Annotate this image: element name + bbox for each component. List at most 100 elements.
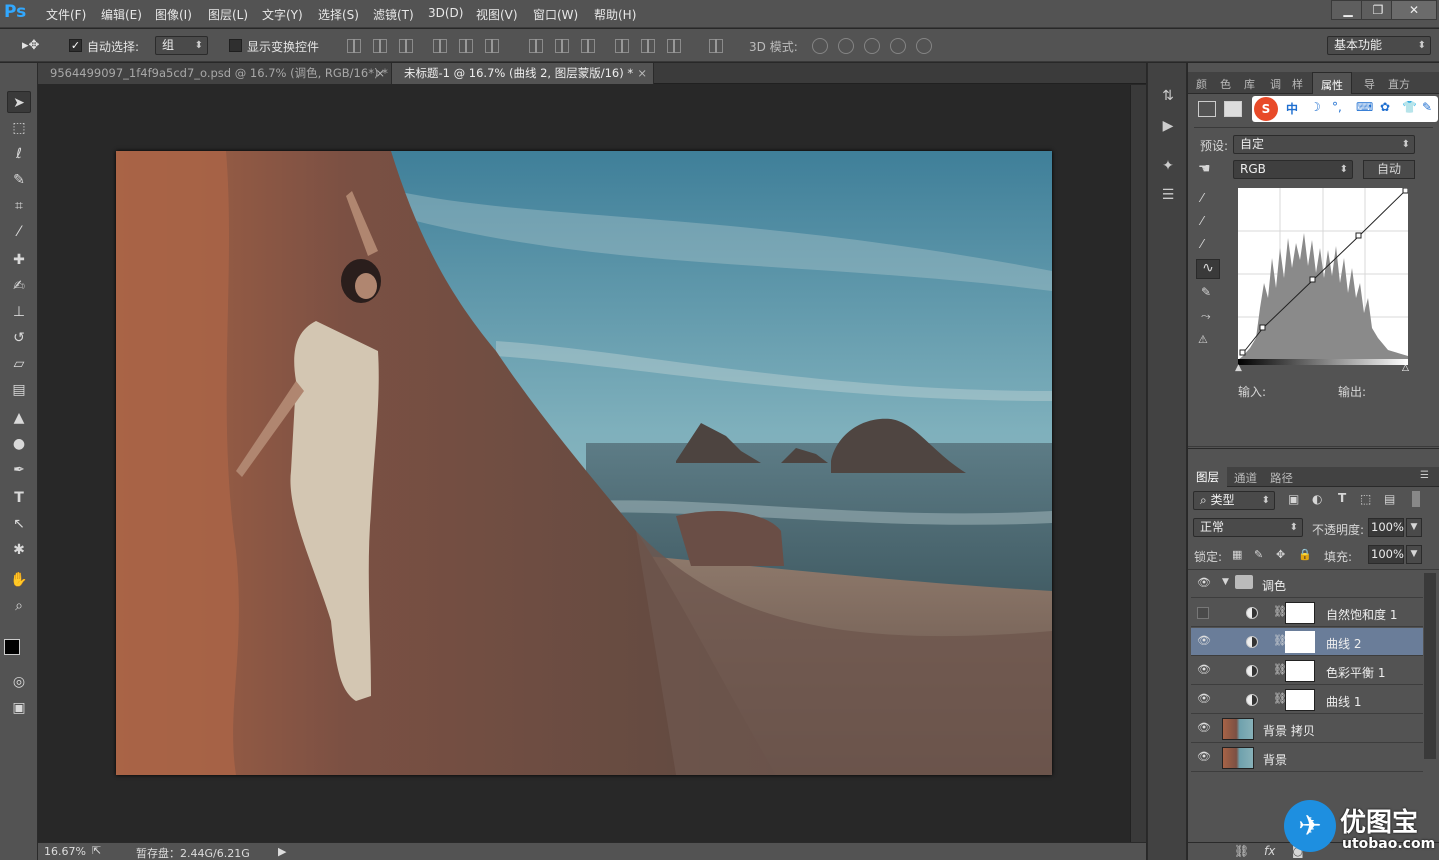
- layer-image-thumbnail[interactable]: [1222, 718, 1254, 740]
- show-transform-checkbox[interactable]: [229, 39, 242, 52]
- layer-row[interactable]: 👁 ⛓ 色彩平衡 1: [1191, 657, 1423, 685]
- menu-file[interactable]: 文件(F): [46, 6, 86, 23]
- 3d-orbit-icon[interactable]: [812, 38, 828, 54]
- layer-mask-thumbnail[interactable]: [1285, 631, 1315, 653]
- align-vcenter-icon[interactable]: [373, 39, 387, 53]
- menu-filter[interactable]: 滤镜(T): [373, 6, 414, 23]
- layer-row[interactable]: 👁 背景: [1191, 744, 1423, 772]
- 3d-slide-icon[interactable]: [890, 38, 906, 54]
- tab-histogram[interactable]: 直方: [1388, 76, 1410, 92]
- layer-filter-dropdown[interactable]: ⌕ 类型: [1193, 491, 1275, 510]
- sogou-logo-icon[interactable]: S: [1254, 97, 1278, 121]
- actions-play-icon[interactable]: ▶: [1159, 118, 1177, 136]
- fill-input[interactable]: 100%: [1368, 545, 1404, 564]
- shape-tool-icon[interactable]: ✱: [7, 539, 31, 561]
- panel-menu-icon[interactable]: ☰: [1420, 470, 1429, 481]
- layer-row[interactable]: 👁 ⛓ 曲线 1: [1191, 686, 1423, 714]
- tab-adjustments[interactable]: 调: [1270, 76, 1281, 92]
- distribute-vcenter-icon[interactable]: [555, 39, 569, 53]
- menu-edit[interactable]: 编辑(E): [101, 6, 142, 23]
- document-canvas-photo[interactable]: [116, 151, 1052, 775]
- layer-image-thumbnail[interactable]: [1222, 747, 1254, 769]
- auto-select-dropdown[interactable]: 组: [155, 36, 208, 55]
- tool-presets-icon[interactable]: ☰: [1159, 187, 1177, 205]
- curves-graph[interactable]: [1238, 188, 1408, 360]
- black-slider-icon[interactable]: ▲: [1235, 363, 1242, 373]
- workspace-dropdown[interactable]: 基本功能: [1327, 36, 1431, 55]
- menu-3d[interactable]: 3D(D): [428, 6, 463, 20]
- tab-properties[interactable]: 属性: [1312, 72, 1352, 94]
- clone-stamp-tool-icon[interactable]: ⊥: [7, 301, 31, 323]
- blend-mode-dropdown[interactable]: 正常: [1193, 518, 1303, 537]
- gray-point-eyedropper-icon[interactable]: ⁄: [1201, 214, 1203, 228]
- eye-icon[interactable]: 👁: [1197, 693, 1211, 704]
- eye-icon[interactable]: 👁: [1197, 664, 1211, 675]
- gradient-tool-icon[interactable]: ▤: [7, 379, 31, 401]
- menu-layer[interactable]: 图层(L): [208, 6, 248, 23]
- filter-adjustment-icon[interactable]: ◐: [1312, 492, 1322, 506]
- menu-view[interactable]: 视图(V): [476, 6, 518, 23]
- preset-dropdown[interactable]: 自定: [1233, 135, 1415, 154]
- tab-layers[interactable]: 图层: [1188, 467, 1227, 487]
- clipping-warning-icon[interactable]: ⚠: [1198, 333, 1208, 346]
- auto-button[interactable]: 自动: [1363, 160, 1415, 179]
- opacity-input[interactable]: 100%: [1368, 518, 1404, 537]
- menu-help[interactable]: 帮助(H): [594, 6, 636, 23]
- ime-skin-icon[interactable]: 👕: [1402, 100, 1417, 114]
- filter-smart-object-icon[interactable]: ▤: [1384, 492, 1395, 506]
- menu-window[interactable]: 窗口(W): [533, 6, 578, 23]
- tab-styles[interactable]: 样: [1292, 76, 1303, 92]
- align-hcenter-icon[interactable]: [459, 39, 473, 53]
- tab-paths[interactable]: 路径: [1270, 470, 1293, 486]
- tab-document-psd[interactable]: 9564499097_1f4f9a5cd7_o.psd @ 16.7% (调色,…: [38, 63, 392, 84]
- ime-settings-icon[interactable]: ✎: [1422, 100, 1432, 114]
- curves-adjustment-icon[interactable]: [1198, 101, 1216, 117]
- distribute-top-icon[interactable]: [529, 39, 543, 53]
- ime-moon-icon[interactable]: ☽: [1310, 100, 1321, 114]
- eye-icon[interactable]: 👁: [1197, 635, 1211, 646]
- distribute-right-icon[interactable]: [667, 39, 681, 53]
- ime-chinese-icon[interactable]: 中: [1286, 100, 1298, 117]
- white-point-eyedropper-icon[interactable]: ⁄: [1201, 237, 1203, 251]
- close-icon[interactable]: ×: [637, 63, 647, 83]
- ime-punct-icon[interactable]: °,: [1332, 100, 1342, 114]
- lock-position-icon[interactable]: ✥: [1276, 548, 1285, 561]
- opacity-arrow-icon[interactable]: ▼: [1406, 518, 1422, 537]
- mask-icon[interactable]: [1224, 101, 1242, 117]
- menu-select[interactable]: 选择(S): [318, 6, 359, 23]
- type-tool-icon[interactable]: T: [7, 487, 31, 509]
- eye-icon[interactable]: 👁: [1197, 577, 1211, 588]
- auto-align-icon[interactable]: [709, 39, 723, 53]
- menu-type[interactable]: 文字(Y): [262, 6, 303, 23]
- pencil-draw-curve-icon[interactable]: ✎: [1201, 285, 1211, 299]
- align-top-icon[interactable]: [347, 39, 361, 53]
- distribute-left-icon[interactable]: [615, 39, 629, 53]
- tab-channels[interactable]: 通道: [1234, 470, 1257, 486]
- minimize-button[interactable]: ▁: [1331, 0, 1365, 20]
- ime-tools-icon[interactable]: ✿: [1380, 100, 1390, 114]
- black-point-eyedropper-icon[interactable]: ⁄: [1201, 191, 1203, 205]
- dodge-tool-icon[interactable]: ●: [7, 433, 31, 455]
- restore-button[interactable]: ❐: [1361, 0, 1395, 20]
- close-icon[interactable]: ×: [375, 63, 385, 83]
- status-menu-arrow-icon[interactable]: ▶: [278, 845, 286, 858]
- hidden-visibility-box[interactable]: [1197, 607, 1209, 619]
- channel-dropdown[interactable]: RGB: [1233, 160, 1353, 179]
- path-select-tool-icon[interactable]: ↖: [7, 513, 31, 535]
- history-panel-icon[interactable]: ⇅: [1159, 88, 1177, 106]
- lasso-tool-icon[interactable]: ℓ: [7, 143, 31, 165]
- layer-mask-thumbnail[interactable]: [1285, 602, 1315, 624]
- eye-icon[interactable]: 👁: [1197, 751, 1211, 762]
- zoom-tool-icon[interactable]: ⌕: [7, 595, 31, 617]
- layer-row[interactable]: 👁 背景 拷贝: [1191, 715, 1423, 743]
- ime-keyboard-icon[interactable]: ⌨: [1356, 100, 1373, 114]
- eyedropper-tool-icon[interactable]: ⁄: [7, 221, 31, 243]
- vertical-scrollbar[interactable]: [1130, 85, 1146, 842]
- layer-row-group[interactable]: 👁 ▼ 调色: [1191, 570, 1423, 598]
- quick-mask-icon[interactable]: ◎: [7, 671, 31, 693]
- move-tool-icon[interactable]: ➤: [7, 91, 31, 113]
- brush-tool-icon[interactable]: ✍: [7, 275, 31, 297]
- layers-scrollbar[interactable]: [1424, 573, 1436, 759]
- layer-mask-thumbnail[interactable]: [1285, 660, 1315, 682]
- filter-type-icon[interactable]: T: [1338, 491, 1346, 505]
